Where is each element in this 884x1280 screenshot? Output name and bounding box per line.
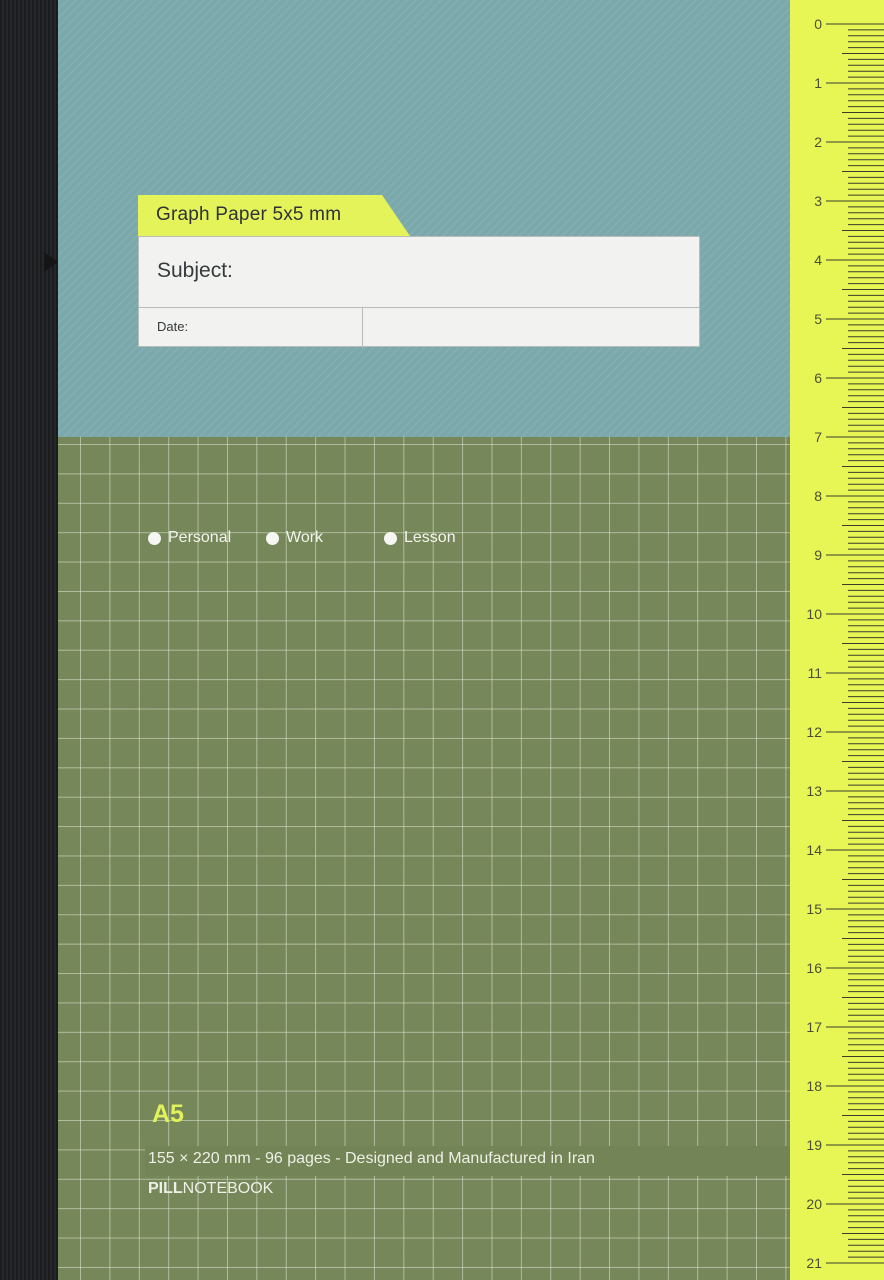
date-row-divider — [362, 308, 363, 348]
ruler-number: 4 — [814, 252, 822, 268]
spine-notch — [44, 252, 58, 272]
ruler-number: 8 — [814, 488, 822, 504]
ruler-number: 3 — [814, 193, 822, 209]
ruler-number: 16 — [806, 960, 822, 976]
date-label: Date: — [157, 319, 189, 334]
size-badge: A5 — [152, 1100, 184, 1128]
ruler-number: 11 — [807, 665, 822, 681]
ruler-number: 14 — [806, 842, 822, 858]
option-personal-label: Personal — [168, 529, 232, 546]
option-work: Work — [266, 529, 323, 547]
ruler-number: 17 — [806, 1019, 822, 1035]
ruler-number: 6 — [814, 370, 822, 386]
ruler-number: 20 — [806, 1196, 822, 1212]
ruler-strip: 0 1 2 3 4 5 6 7 8 9 10 11 12 13 14 15 16 17 18 19 20 21 — [790, 0, 884, 1280]
label-tab: Graph Paper 5x5 mm — [138, 195, 410, 236]
brand-logo: PILLNOTEBOOK — [148, 1180, 273, 1198]
ruler-number: 0 — [814, 16, 822, 32]
brand-regular: NOTEBOOK — [182, 1180, 274, 1197]
label-tab-title: Graph Paper 5x5 mm — [156, 204, 342, 225]
option-work-label: Work — [286, 529, 324, 546]
ruler-scale: 0123456789101112131415161718192021 — [806, 16, 884, 1271]
circle-icon — [148, 531, 161, 545]
ruler-number: 9 — [814, 547, 822, 563]
ruler-number: 7 — [814, 429, 822, 445]
ruler-number: 1 — [814, 75, 822, 91]
spec-info-line: 155 × 220 mm - 96 pages - Designed and M… — [148, 1150, 595, 1167]
ruler-number: 5 — [814, 311, 822, 327]
option-lesson-label: Lesson — [404, 529, 456, 546]
ruler-number: 12 — [806, 724, 822, 740]
option-personal: Personal — [148, 529, 231, 547]
circle-icon — [384, 531, 397, 545]
ruler-number: 18 — [806, 1078, 822, 1094]
date-row: Date: — [139, 307, 699, 348]
ruler-number: 21 — [806, 1255, 822, 1271]
notebook-spine — [0, 0, 58, 1280]
brand-bold: PILL — [148, 1180, 183, 1197]
ruler-number: 10 — [806, 606, 822, 622]
subject-label: Subject: — [157, 259, 233, 282]
ruler-number: 13 — [806, 783, 822, 799]
circle-icon — [266, 531, 279, 545]
ruler-number: 19 — [806, 1137, 822, 1153]
ruler-number: 15 — [806, 901, 822, 917]
subject-label-box: Subject: Date: — [138, 236, 700, 348]
option-lesson: Lesson — [384, 529, 456, 547]
ruler-number: 2 — [814, 134, 822, 150]
